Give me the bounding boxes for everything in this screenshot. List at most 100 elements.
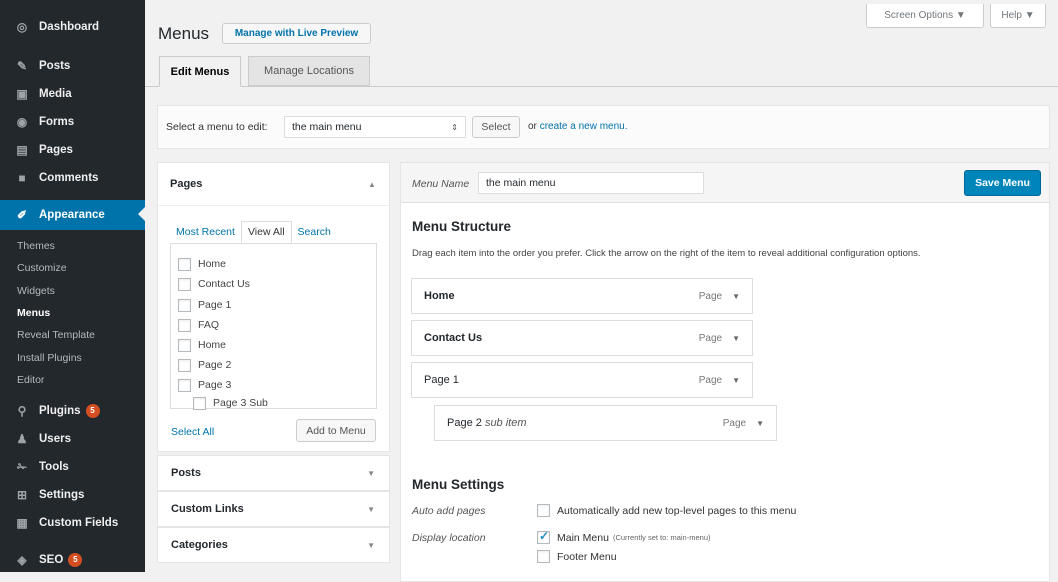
tab-edit-menus[interactable]: Edit Menus — [159, 56, 241, 87]
sidebar-item-label: Media — [39, 88, 72, 100]
submenu-reveal-template[interactable]: Reveal Template — [0, 324, 145, 346]
item-toggle-arrow-icon[interactable]: ▼ — [732, 292, 740, 301]
select-all-link[interactable]: Select All — [171, 426, 214, 438]
seo-icon: ◈ — [17, 553, 27, 567]
sidebar-item-forms[interactable]: ◉ Forms — [0, 108, 145, 136]
screen-options-button[interactable]: Screen Options ▼ — [866, 4, 984, 28]
accordion-posts[interactable]: Posts ▼ — [157, 455, 390, 491]
auto-add-option[interactable]: Automatically add new top-level pages to… — [537, 504, 796, 517]
tab-manage-locations[interactable]: Manage Locations — [248, 56, 370, 86]
page-option-page-3[interactable]: Page 3 — [178, 375, 231, 395]
item-toggle-arrow-icon[interactable]: ▼ — [732, 376, 740, 385]
menu-item-type: Page — [722, 417, 747, 429]
checkbox[interactable] — [178, 318, 191, 332]
sidebar-item-settings[interactable]: ⊞ Settings — [0, 481, 145, 509]
menu-item-title: Contact Us — [424, 332, 483, 344]
pin-icon: ✎ — [16, 59, 28, 73]
page-option-page-3-sub[interactable]: Page 3 Sub — [193, 393, 268, 413]
footer-menu-option[interactable]: Footer Menu — [537, 550, 617, 563]
submenu-menus[interactable]: Menus — [0, 302, 145, 324]
checkbox[interactable] — [178, 257, 191, 271]
page-option-home-2[interactable]: Home — [178, 335, 226, 355]
select-menu-label: Select a menu to edit: — [166, 121, 268, 133]
pages-metabox-title: Pages — [170, 178, 203, 190]
checkbox[interactable] — [178, 378, 191, 392]
live-preview-button[interactable]: Manage with Live Preview — [222, 23, 371, 44]
add-to-menu-button[interactable]: Add to Menu — [296, 419, 376, 442]
menu-name-input[interactable]: the main menu — [478, 172, 704, 194]
media-icon: ▣ — [16, 87, 28, 101]
checkbox-checked[interactable]: ✓ — [537, 529, 550, 544]
auto-add-label: Auto add pages — [412, 505, 486, 517]
help-button[interactable]: Help ▼ — [990, 4, 1046, 28]
sidebar-item-comments[interactable]: ■ Comments — [0, 164, 145, 192]
menu-item-title: Home — [424, 290, 455, 302]
sidebar-item-label: Posts — [39, 60, 71, 72]
menu-item[interactable]: Page 1 Page ▼ — [411, 362, 753, 398]
menu-structure-title: Menu Structure — [412, 219, 512, 234]
checkbox[interactable] — [193, 396, 206, 410]
menu-sub-item[interactable]: Page 2 sub item Page ▼ — [434, 405, 777, 441]
menu-structure-hint: Drag each item into the order you prefer… — [412, 248, 921, 259]
accordion-label: Posts — [171, 467, 201, 479]
sub-item-label: sub item — [484, 417, 527, 429]
menu-dropdown[interactable]: the main menu ⇕ — [284, 116, 466, 138]
accordion-categories[interactable]: Categories ▼ — [157, 527, 390, 563]
sidebar-item-seo[interactable]: ◈ SEO 5 — [0, 546, 145, 574]
checkbox[interactable] — [537, 550, 550, 563]
sidebar-item-appearance[interactable]: ✐ Appearance — [0, 200, 145, 230]
main-menu-note: (Currently set to: main-menu) — [612, 533, 711, 542]
sidebar-item-tools[interactable]: ✁ Tools — [0, 453, 145, 481]
sidebar-item-dashboard[interactable]: ◎ Dashboard — [0, 13, 145, 41]
tab-most-recent[interactable]: Most Recent — [170, 226, 241, 243]
save-menu-button[interactable]: Save Menu — [964, 170, 1041, 196]
or-text: or — [528, 121, 537, 132]
tab-search[interactable]: Search — [292, 226, 337, 243]
main-menu-text: Main Menu — [557, 531, 609, 544]
admin-sidebar: ◎ Dashboard ✎ Posts ▣ Media ◉ Forms ▤ Pages ■… — [0, 0, 145, 572]
sidebar-item-plugins[interactable]: ⚲ Plugins 5 — [0, 397, 145, 425]
checkbox[interactable] — [537, 504, 550, 517]
submenu-widgets[interactable]: Widgets — [0, 280, 145, 302]
update-count-badge: 5 — [85, 404, 100, 418]
menu-item-type: Page — [698, 332, 723, 344]
page-option-faq[interactable]: FAQ — [178, 315, 219, 335]
checkbox[interactable] — [178, 298, 191, 312]
select-button[interactable]: Select — [472, 116, 520, 138]
submenu-install-plugins[interactable]: Install Plugins — [0, 347, 145, 369]
sidebar-item-label: Dashboard — [39, 21, 100, 33]
submenu-themes[interactable]: Themes — [0, 235, 145, 257]
display-location-label: Display location — [412, 532, 486, 544]
item-toggle-arrow-icon[interactable]: ▼ — [756, 419, 764, 428]
sidebar-item-media[interactable]: ▣ Media — [0, 80, 145, 108]
sidebar-item-pages[interactable]: ▤ Pages — [0, 136, 145, 164]
menu-item[interactable]: Home Page ▼ — [411, 278, 753, 314]
sidebar-item-label: Pages — [39, 144, 73, 156]
sidebar-item-users[interactable]: ♟ Users — [0, 425, 145, 453]
checkbox[interactable] — [178, 277, 191, 291]
sidebar-item-label: Tools — [39, 461, 69, 473]
accordion-custom-links[interactable]: Custom Links ▼ — [157, 491, 390, 527]
checkbox[interactable] — [178, 358, 191, 372]
page-option-page-1[interactable]: Page 1 — [178, 295, 231, 315]
page-option-contact-us[interactable]: Contact Us — [178, 274, 250, 294]
main-menu-option[interactable]: ✓ Main Menu (Currently set to: main-menu) — [537, 529, 711, 544]
sidebar-item-label: Users — [39, 433, 71, 445]
submenu-customize[interactable]: Customize — [0, 257, 145, 279]
tab-view-all[interactable]: View All — [240, 221, 292, 243]
sidebar-item-custom-fields[interactable]: ▦ Custom Fields — [0, 509, 145, 537]
menu-item[interactable]: Contact Us Page ▼ — [411, 320, 753, 356]
submenu-editor[interactable]: Editor — [0, 369, 145, 391]
item-toggle-arrow-icon[interactable]: ▼ — [732, 334, 740, 343]
create-menu-link[interactable]: create a new menu. — [540, 121, 628, 132]
page-option-label: Page 3 — [198, 379, 232, 391]
accordion-label: Categories — [171, 539, 228, 551]
page-option-label: FAQ — [198, 319, 220, 331]
accordion-label: Custom Links — [171, 503, 244, 515]
checkbox[interactable] — [178, 338, 191, 352]
page-option-page-2[interactable]: Page 2 — [178, 355, 231, 375]
sidebar-item-posts[interactable]: ✎ Posts — [0, 52, 145, 80]
page-option-label: Page 1 — [198, 299, 232, 311]
page-option-home[interactable]: Home — [178, 254, 226, 274]
collapse-arrow-icon[interactable]: ▲ — [368, 180, 376, 189]
